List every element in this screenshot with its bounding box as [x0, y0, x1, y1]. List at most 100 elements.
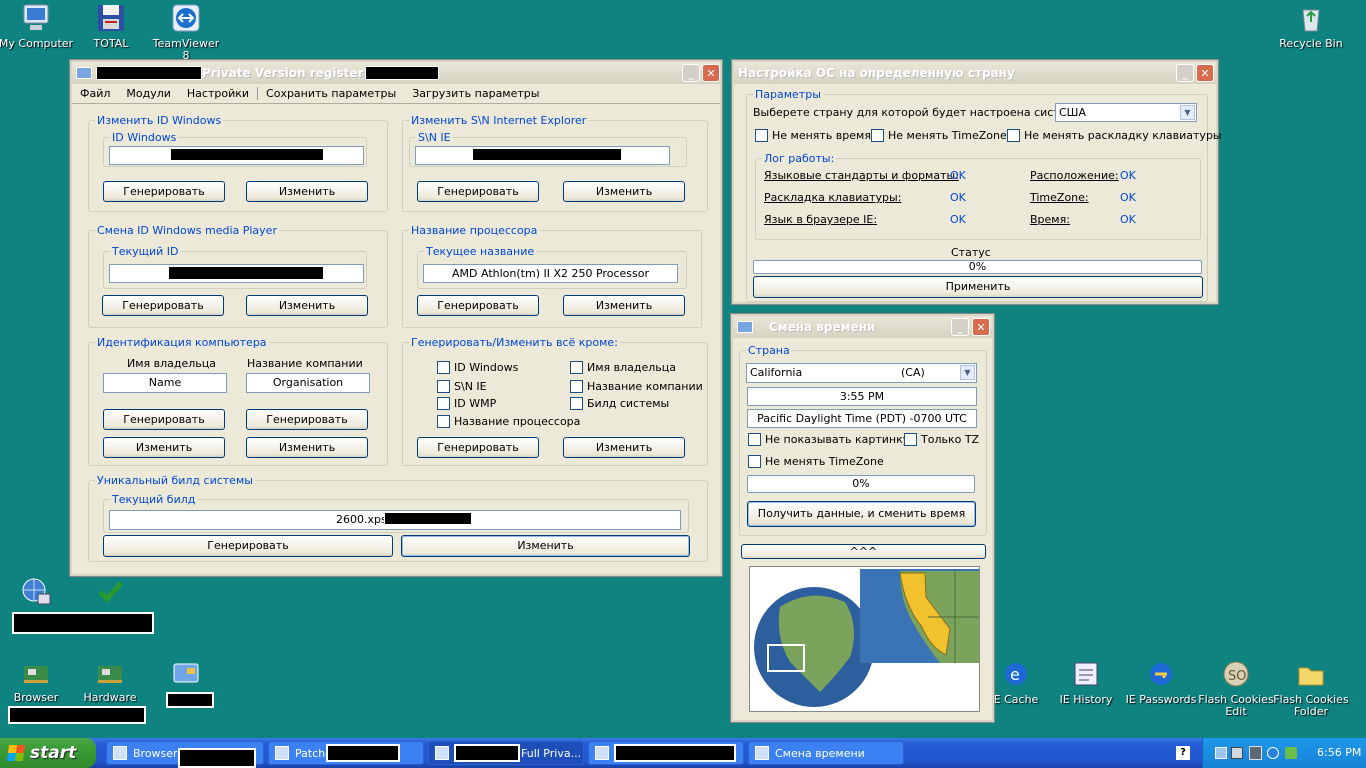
generate-company-button[interactable]: Генерировать [246, 409, 368, 430]
location-map [749, 566, 980, 712]
generate-wmp-button[interactable]: Генерировать [102, 295, 224, 316]
menu-settings[interactable]: Настройки [179, 87, 259, 100]
log-timezone-label: TimeZone: [1030, 191, 1089, 204]
redacted-label [614, 744, 736, 762]
generate-cpu-button[interactable]: Генерировать [417, 295, 539, 316]
cpu-name-field[interactable]: AMD Athlon(tm) II X2 250 Processor [423, 264, 678, 283]
change-ie-sn-button[interactable]: Изменить [563, 181, 685, 202]
svg-text:e: e [1010, 665, 1020, 684]
log-location-label: Расположение: [1030, 169, 1119, 182]
network-globe-shortcut[interactable] [0, 576, 74, 612]
hide-picture-checkbox[interactable]: Не показывать картинку [748, 433, 909, 446]
except-cpu-checkbox[interactable]: Название процессора [437, 415, 580, 428]
title-bar[interactable]: Смена времени _ ✕ [733, 316, 992, 338]
my-computer-icon[interactable]: My Computer [0, 2, 74, 50]
window-title: Настройка ОС на определенную страну [738, 66, 1015, 80]
no-change-tz-checkbox[interactable]: Не менять TimeZone [748, 455, 884, 468]
start-button[interactable]: start [0, 738, 96, 768]
menu-load-params[interactable]: Загрузить параметры [404, 87, 547, 100]
browser-shortcut[interactable]: Browser [0, 656, 74, 704]
chevron-down-icon[interactable]: ▼ [1180, 105, 1195, 120]
tray-volume-icon[interactable] [1249, 746, 1262, 760]
flash-cookies-edit-icon[interactable]: SO Flash Cookies Edit [1198, 658, 1274, 718]
clock: 6:56 PM [1317, 746, 1362, 759]
hardware-card-icon [94, 656, 126, 688]
country-select[interactable]: США ▼ [1055, 103, 1197, 122]
windows-logo-icon [6, 745, 26, 761]
change-windows-id-button[interactable]: Изменить [246, 181, 368, 202]
os-country-window: Настройка ОС на определенную страну _ ✕ … [732, 60, 1222, 304]
log-ie-language-label: Язык в браузере IE: [764, 213, 878, 226]
change-cpu-button[interactable]: Изменить [563, 295, 685, 316]
title-bar[interactable]: Настройка ОС на определенную страну _ ✕ [734, 62, 1216, 84]
group-cpu-field: Текущее название AMD Athlon(tm) II X2 25… [417, 245, 687, 289]
generate-build-button[interactable]: Генерировать [103, 535, 393, 557]
no-change-time-checkbox[interactable]: Не менять время [755, 129, 871, 142]
change-company-button[interactable]: Изменить [246, 437, 368, 458]
close-button[interactable]: ✕ [972, 318, 990, 336]
card-shortcut[interactable] [148, 656, 224, 692]
computer-icon [20, 2, 52, 34]
change-all-button[interactable]: Изменить [563, 437, 685, 458]
minimize-button[interactable]: _ [1176, 64, 1194, 82]
menu-file[interactable]: Файл [72, 87, 118, 100]
hardware-shortcut[interactable]: Hardware [72, 656, 148, 704]
get-data-change-time-button[interactable]: Получить данные, и сменить время [747, 501, 976, 527]
group-windows-id-field: ID Windows [103, 131, 367, 167]
generate-owner-button[interactable]: Генерировать [103, 409, 225, 430]
except-company-checkbox[interactable]: Название компании [570, 380, 703, 393]
network-card-icon [20, 656, 52, 688]
except-wmp-checkbox[interactable]: ID WMP [437, 397, 496, 410]
help-icon[interactable]: ? [1176, 746, 1190, 760]
tray-network-icon[interactable] [1215, 747, 1227, 759]
window-title: Private Version register [202, 66, 364, 80]
recycle-bin-icon[interactable]: Recycle Bin [1273, 2, 1349, 50]
except-build-checkbox[interactable]: Билд системы [570, 397, 669, 410]
apply-button[interactable]: Применить [753, 276, 1203, 298]
checkmark-icon [94, 576, 126, 608]
change-owner-button[interactable]: Изменить [103, 437, 225, 458]
except-owner-checkbox[interactable]: Имя владельца [570, 361, 676, 374]
owner-name-field[interactable]: Name [103, 373, 227, 393]
tray-shield-icon[interactable] [1285, 747, 1297, 759]
minimize-button[interactable]: _ [951, 318, 969, 336]
redacted-value [472, 148, 622, 161]
flash-cookies-folder-icon[interactable]: Flash Cookies Folder [1273, 658, 1349, 718]
key-icon [1145, 658, 1177, 690]
close-button[interactable]: ✕ [1196, 64, 1214, 82]
menu-save-params[interactable]: Сохранить параметры [258, 87, 404, 100]
change-wmp-button[interactable]: Изменить [246, 295, 368, 316]
tray-teamviewer-icon[interactable] [1267, 747, 1279, 759]
title-bar[interactable]: Private Version register _ ✕ [72, 62, 720, 84]
no-change-keyboard-checkbox[interactable]: Не менять раскладку клавиатуры [1007, 129, 1222, 142]
menu-modules[interactable]: Модули [118, 87, 179, 100]
log-keyboard-status: OK [950, 191, 966, 204]
ie-passwords-icon[interactable]: IE Passwords [1123, 658, 1199, 706]
close-button[interactable]: ✕ [702, 64, 720, 82]
no-change-timezone-checkbox[interactable]: Не менять TimeZone [871, 129, 1007, 142]
generate-windows-id-button[interactable]: Генерировать [103, 181, 225, 202]
collapse-button[interactable]: ^^^ [741, 544, 986, 559]
except-windows-id-checkbox[interactable]: ID Windows [437, 361, 518, 374]
time-change-window: Смена времени _ ✕ Страна California (CA)… [731, 314, 994, 722]
ie-history-icon[interactable]: IE History [1048, 658, 1124, 706]
checkmark-shortcut[interactable] [72, 576, 148, 612]
menu-bar: Файл Модули Настройки Сохранить параметр… [72, 84, 720, 104]
log-language-status: OK [950, 169, 966, 182]
chevron-down-icon[interactable]: ▼ [960, 365, 975, 380]
company-name-field[interactable]: Organisation [246, 373, 370, 393]
only-tz-checkbox[interactable]: Только TZ [904, 433, 979, 446]
generate-all-button[interactable]: Генерировать [417, 437, 539, 458]
except-ie-sn-checkbox[interactable]: S\N IE [437, 380, 487, 393]
region-select[interactable]: California (CA) ▼ [746, 363, 977, 383]
total-icon[interactable]: TOTAL [73, 2, 149, 50]
minimize-button[interactable]: _ [682, 64, 700, 82]
redacted-label [326, 744, 400, 762]
change-build-button[interactable]: Изменить [401, 535, 690, 557]
teamviewer-icon[interactable]: TeamViewer 8 [148, 2, 224, 62]
redacted-label [178, 748, 256, 768]
task-time-change[interactable]: Смена времени [748, 741, 904, 765]
redacted-value [384, 512, 472, 525]
generate-ie-sn-button[interactable]: Генерировать [417, 181, 539, 202]
tray-monitor-icon[interactable] [1231, 747, 1243, 759]
